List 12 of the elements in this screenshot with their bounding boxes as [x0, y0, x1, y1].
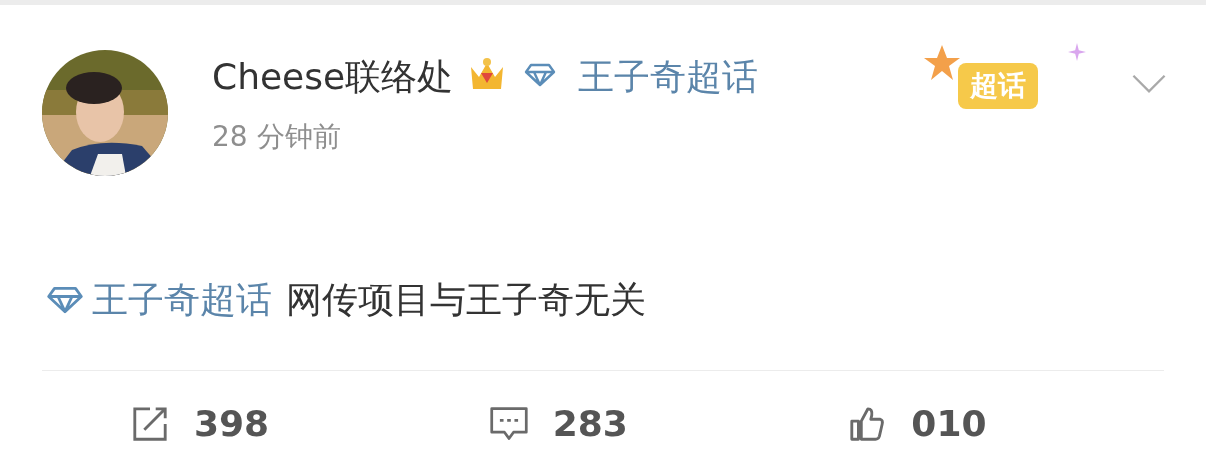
topic-link[interactable]: 王子奇超话 — [577, 56, 758, 97]
action-count: 283 — [552, 403, 628, 444]
action-count: 010 — [911, 403, 987, 444]
action-count: 398 — [194, 403, 270, 444]
topic-link[interactable]: 王子奇超话 — [92, 275, 272, 325]
post-text: 网传项目与王子奇无关 — [286, 277, 646, 322]
share-icon[interactable] — [130, 404, 170, 443]
comment-icon[interactable] — [488, 404, 529, 443]
diamond-icon — [524, 63, 557, 87]
post-time: 28 分钟前 — [212, 119, 342, 155]
username[interactable]: Cheese联络处 — [212, 56, 454, 97]
diamond-icon — [46, 286, 84, 314]
